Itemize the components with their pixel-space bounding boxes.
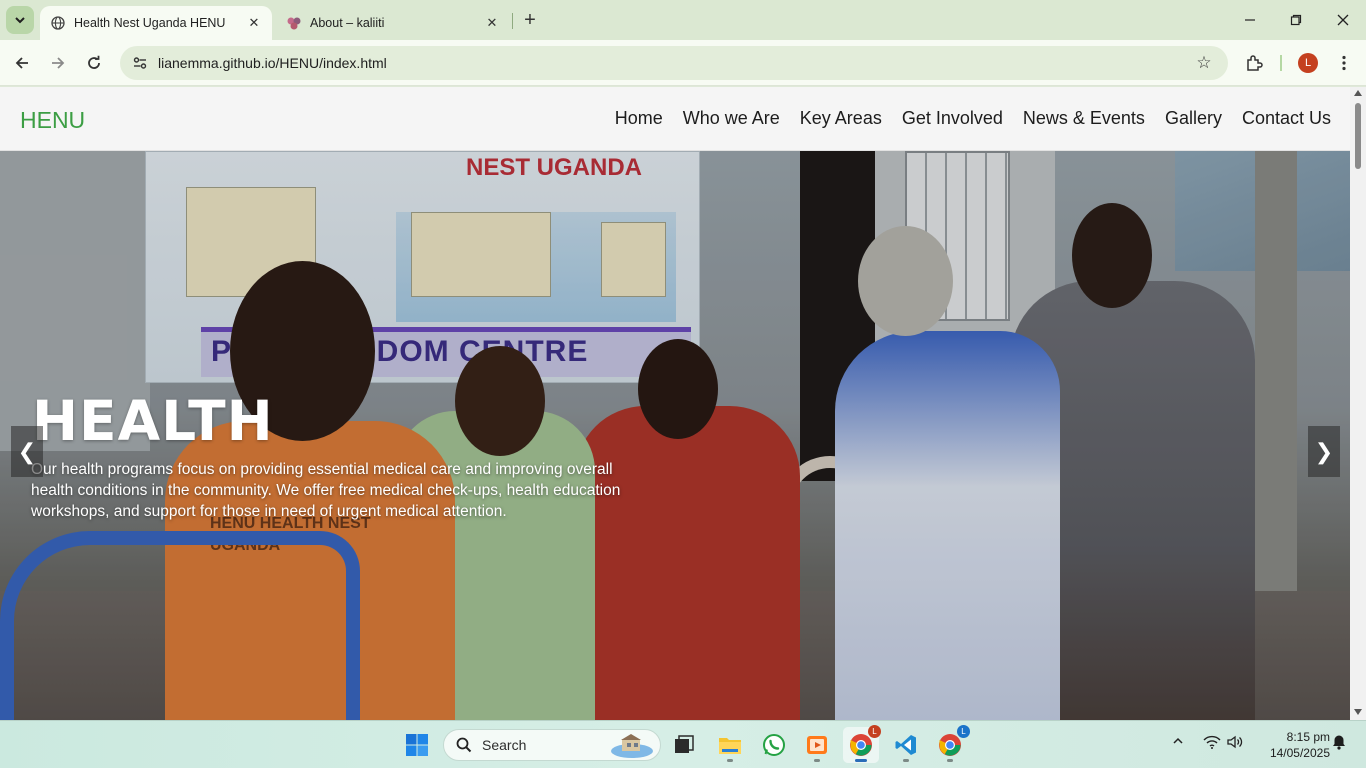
carousel-next-button[interactable]: ❯ <box>1308 426 1340 477</box>
chevron-down-icon <box>15 17 25 24</box>
minimize-button[interactable] <box>1234 6 1266 34</box>
nav-gallery[interactable]: Gallery <box>1165 108 1222 129</box>
minimize-icon <box>1245 19 1255 21</box>
back-button[interactable] <box>8 49 36 77</box>
windows-logo-icon <box>406 734 428 756</box>
nav-contact-us[interactable]: Contact Us <box>1242 108 1331 129</box>
nav-news-events[interactable]: News & Events <box>1023 108 1145 129</box>
taskbar-search[interactable]: Search <box>443 729 661 761</box>
nav-key-areas[interactable]: Key Areas <box>800 108 882 129</box>
hero-title: HEALTH <box>32 389 274 453</box>
task-view-button[interactable] <box>666 727 702 763</box>
show-hidden-icons-button[interactable] <box>1172 735 1184 747</box>
scroll-down-arrow-icon[interactable] <box>1354 709 1362 715</box>
volume-icon[interactable] <box>1227 735 1243 749</box>
chrome-icon <box>850 734 872 756</box>
avatar: L <box>1298 53 1318 73</box>
file-explorer-button[interactable] <box>712 727 748 763</box>
chevron-up-icon <box>1173 737 1183 744</box>
notification-bell-icon[interactable] <box>1331 734 1347 750</box>
whatsapp-icon <box>763 734 785 756</box>
reload-icon <box>88 55 100 69</box>
taskbar-clock[interactable]: 8:15 pm 14/05/2025 <box>1254 729 1330 761</box>
web-page: HENU Home Who we Are Key Areas Get Invol… <box>0 87 1350 720</box>
arrow-right-icon <box>52 57 65 69</box>
folder-icon <box>719 738 741 754</box>
site-navbar: HENU Home Who we Are Key Areas Get Invol… <box>0 87 1350 151</box>
profile-badge: L <box>957 725 970 738</box>
toolbar-separator <box>1280 55 1282 71</box>
extensions-icon[interactable] <box>1242 51 1266 75</box>
globe-icon <box>50 15 66 31</box>
site-brand[interactable]: HENU <box>20 107 85 134</box>
browser-toolbar: lianemma.github.io/HENU/index.html ☆ L <box>0 40 1366 86</box>
profile-badge: L <box>868 725 881 738</box>
search-icon <box>456 737 472 753</box>
nav-home[interactable]: Home <box>615 108 663 129</box>
windows-taskbar: Search L L 8:15 pm 14/05/2025 <box>0 720 1366 768</box>
kaliiti-favicon-icon <box>286 15 302 31</box>
page-scrollbar[interactable] <box>1350 87 1366 720</box>
nav-get-involved[interactable]: Get Involved <box>902 108 1003 129</box>
tab-separator <box>512 13 513 29</box>
address-bar[interactable]: lianemma.github.io/HENU/index.html ☆ <box>120 46 1228 80</box>
close-window-button[interactable] <box>1327 6 1359 34</box>
close-icon[interactable]: ✕ <box>484 15 500 31</box>
tab-search-button[interactable] <box>6 6 34 34</box>
restore-icon <box>1290 14 1302 26</box>
url-text: lianemma.github.io/HENU/index.html <box>158 55 387 71</box>
tab-title: About – kaliiti <box>310 16 385 30</box>
tab-about-kaliiti[interactable]: About – kaliiti ✕ <box>276 6 510 40</box>
forward-button[interactable] <box>44 49 72 77</box>
media-player-button[interactable] <box>799 727 835 763</box>
search-label: Search <box>482 737 527 753</box>
tab-health-nest[interactable]: Health Nest Uganda HENU ✕ <box>40 6 272 40</box>
nav-who-we-are[interactable]: Who we Are <box>683 108 780 129</box>
chrome-icon <box>939 734 961 756</box>
main-menu: Home Who we Are Key Areas Get Involved N… <box>615 108 1331 129</box>
new-tab-button[interactable]: + <box>518 8 542 32</box>
wifi-icon[interactable] <box>1203 735 1221 749</box>
browser-tab-strip: Health Nest Uganda HENU ✕ About – kaliit… <box>0 0 1366 40</box>
hero-description: Our health programs focus on providing e… <box>31 461 621 520</box>
site-info-icon[interactable] <box>130 53 150 73</box>
chrome-profile-1-button[interactable]: L <box>843 725 881 763</box>
clock-time: 8:15 pm <box>1286 730 1330 744</box>
profile-avatar[interactable]: L <box>1296 51 1320 75</box>
more-menu-icon[interactable] <box>1332 51 1356 75</box>
whatsapp-button[interactable] <box>756 727 792 763</box>
close-icon[interactable]: ✕ <box>246 15 262 31</box>
chrome-profile-2-button[interactable]: L <box>932 725 970 763</box>
tab-title: Health Nest Uganda HENU <box>74 16 226 30</box>
media-player-icon <box>807 736 827 754</box>
scroll-thumb[interactable] <box>1355 103 1361 169</box>
carousel-prev-button[interactable]: ❮ <box>11 426 43 477</box>
vscode-button[interactable] <box>888 727 924 763</box>
vscode-icon <box>895 735 916 755</box>
close-icon <box>1337 14 1349 26</box>
hero-carousel: NEST UGANDA PR ED WISDOM CENTRE HENU HEA… <box>0 151 1350 720</box>
scroll-up-arrow-icon[interactable] <box>1354 90 1362 96</box>
task-view-icon <box>675 735 694 753</box>
arrow-left-icon <box>15 57 28 69</box>
search-highlight-image-icon <box>611 734 653 758</box>
start-button[interactable] <box>399 727 435 763</box>
restore-button[interactable] <box>1280 6 1312 34</box>
clock-date: 14/05/2025 <box>1269 746 1330 760</box>
bookmark-star-icon[interactable]: ☆ <box>1194 53 1214 73</box>
reload-button[interactable] <box>80 49 108 77</box>
